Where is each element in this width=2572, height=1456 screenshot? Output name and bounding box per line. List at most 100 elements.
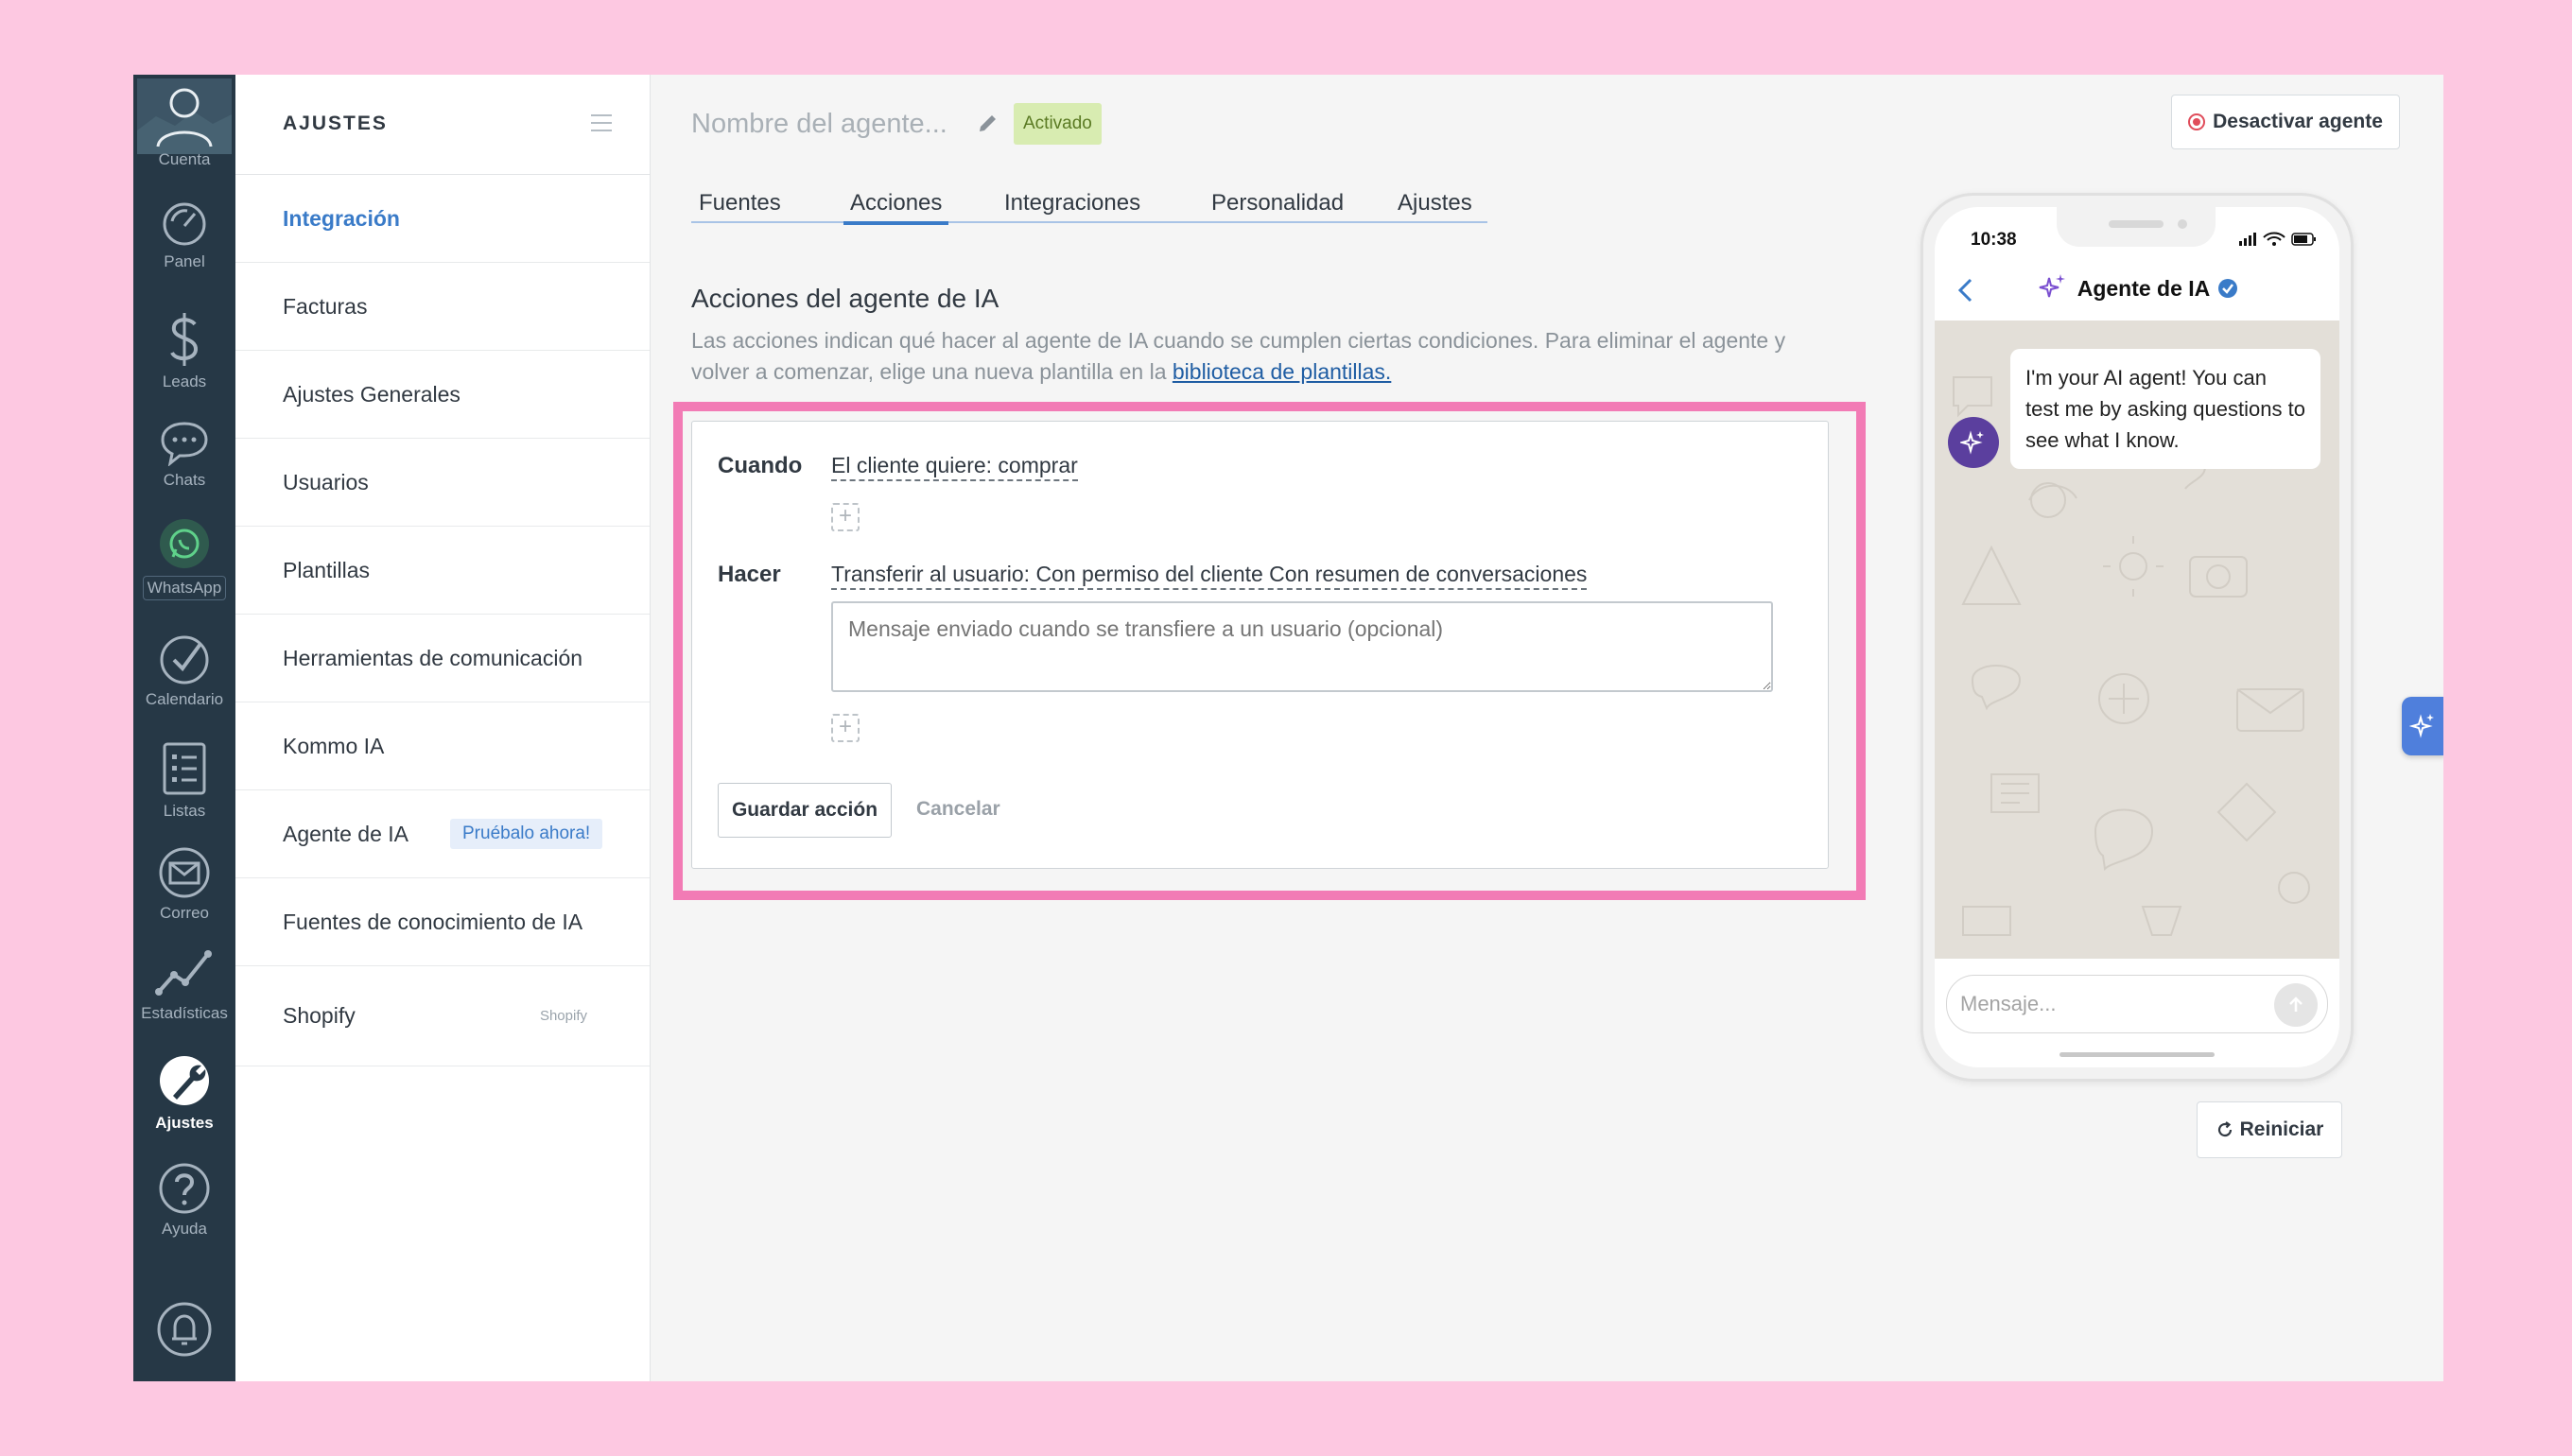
settings-item-integration[interactable]: Integración [235,175,650,263]
section-description: Las acciones indican qué hacer al agente… [691,325,1826,388]
tab-actions[interactable]: Acciones [843,190,949,225]
nav-item-whatsapp[interactable]: WhatsApp [133,517,235,600]
nav-item-chats[interactable]: Chats [133,419,235,490]
nav-item-mail[interactable]: Correo [133,846,235,923]
phone-input-placeholder: Mensaje... [1960,992,2057,1015]
nav-label: Chats [163,471,206,489]
status-badge: Activado [1014,103,1102,145]
phone-chat-header: Agente de IA [1935,256,2339,321]
phone-time: 10:38 [1971,230,2017,250]
settings-title: AJUSTES [283,113,388,134]
settings-item-invoices[interactable]: Facturas [235,263,650,351]
template-library-link[interactable]: biblioteca de plantillas. [1173,359,1391,384]
restart-button[interactable]: Reiniciar [2197,1101,2342,1158]
nav-label: Ayuda [162,1220,207,1238]
settings-item-shopify[interactable]: Shopify Shopify [235,966,650,1066]
settings-sidebar: AJUSTES Integración Facturas Ajustes Gen… [235,75,651,1381]
nav-item-help[interactable]: Ayuda [133,1162,235,1239]
phone-notch [2057,207,2216,247]
settings-item-general[interactable]: Ajustes Generales [235,351,650,439]
nav-label: Leads [162,373,207,390]
dollar-icon [170,313,198,366]
nav-label: Correo [160,904,209,922]
when-label: Cuando [718,453,803,478]
verified-icon [2218,279,2238,298]
settings-item-communication-tools[interactable]: Herramientas de comunicación [235,615,650,702]
check-icon [160,635,209,685]
main-content: Nombre del agente... Activado Desactivar… [651,75,2443,1381]
record-icon [2188,113,2206,130]
tab-bar: Fuentes Acciones Integraciones Personali… [691,190,1487,225]
nav-label: WhatsApp [142,576,227,600]
deactivate-agent-button[interactable]: Desactivar agente [2171,95,2400,149]
phone-message-input[interactable]: Mensaje... [1946,975,2328,1033]
pencil-icon[interactable] [977,112,999,134]
transfer-message-input[interactable] [831,601,1773,692]
user-icon [137,78,232,154]
sparkle-icon [1960,430,1984,455]
phone-preview: 10:38 Agente de IA I'm your AI agent! Yo… [1920,193,2354,1082]
ai-message-bubble: I'm your AI agent! You can test me by as… [2010,349,2320,469]
settings-header: AJUSTES [235,75,650,175]
menu-icon[interactable] [591,114,612,137]
app-window: Cuenta Panel Leads Chats WhatsApp Calend… [133,75,2443,1381]
ai-assistant-button[interactable] [2402,697,2443,755]
nav-label: Cuenta [158,150,211,168]
list-icon [163,742,206,795]
settings-item-label: Usuarios [283,469,369,494]
action-card: Cuando El cliente quiere: comprar + Hace… [691,421,1829,869]
nav-label: Estadísticas [141,1004,228,1022]
tab-sources[interactable]: Fuentes [699,190,781,217]
nav-item-lists[interactable]: Listas [133,740,235,821]
nav-label: Calendario [145,690,224,708]
chat-icon [161,422,208,466]
settings-item-ai-agent[interactable]: Agente de IA Pruébalo ahora! [235,790,650,878]
settings-item-users[interactable]: Usuarios [235,439,650,527]
settings-item-templates[interactable]: Plantillas [235,527,650,615]
agent-name-field[interactable]: Nombre del agente... [691,109,947,140]
nav-item-panel[interactable]: Panel [133,200,235,271]
add-condition-button[interactable]: + [831,503,860,531]
section-title: Acciones del agente de IA [691,284,999,313]
status-icons [2239,232,2316,246]
nav-item-account[interactable]: Cuenta [133,78,235,169]
wrench-icon [160,1056,209,1105]
nav-item-leads[interactable]: Leads [133,311,235,391]
settings-item-label: Ajustes Generales [283,381,461,407]
nav-label: Listas [163,802,206,820]
settings-item-label: Agente de IA [283,821,408,846]
when-condition[interactable]: El cliente quiere: comprar [831,453,1078,481]
dashboard-icon [163,202,206,246]
whatsapp-icon [160,519,209,568]
nav-label: Panel [164,252,205,270]
do-action[interactable]: Transferir al usuario: Con permiso del c… [831,562,1588,590]
restart-label: Reiniciar [2239,1118,2324,1140]
settings-item-label: Plantillas [283,557,371,582]
settings-item-kommo-ai[interactable]: Kommo IA [235,702,650,790]
nav-item-settings[interactable]: Ajustes [133,1052,235,1133]
nav-item-calendar[interactable]: Calendario [133,634,235,709]
refresh-icon [2217,1121,2232,1137]
nav-item-stats[interactable]: Estadísticas [133,946,235,1023]
phone-chat-area: I'm your AI agent! You can test me by as… [1935,321,2339,959]
main-nav: Cuenta Panel Leads Chats WhatsApp Calend… [133,75,235,1381]
add-action-button[interactable]: + [831,714,860,742]
settings-item-label: Shopify [283,1003,356,1028]
save-action-button[interactable]: Guardar acción [718,783,892,838]
send-button[interactable] [2274,983,2318,1027]
deactivate-label: Desactivar agente [2213,111,2383,132]
tab-settings[interactable]: Ajustes [1398,190,1472,217]
tab-integrations[interactable]: Integraciones [1004,190,1140,217]
settings-item-ai-knowledge[interactable]: Fuentes de conocimiento de IA [235,878,650,966]
ai-avatar [1948,417,1999,468]
settings-item-label: Fuentes de conocimiento de IA [283,909,583,934]
settings-item-label: Kommo IA [283,733,385,758]
nav-item-notifications[interactable] [133,1301,235,1358]
try-now-badge: Pruébalo ahora! [450,819,603,849]
do-label: Hacer [718,562,781,587]
cancel-button[interactable]: Cancelar [916,798,1000,821]
shopify-tag: Shopify [539,1008,587,1024]
tab-personality[interactable]: Personalidad [1211,190,1344,217]
mail-icon [159,847,210,898]
settings-item-label: Herramientas de comunicación [283,645,583,670]
